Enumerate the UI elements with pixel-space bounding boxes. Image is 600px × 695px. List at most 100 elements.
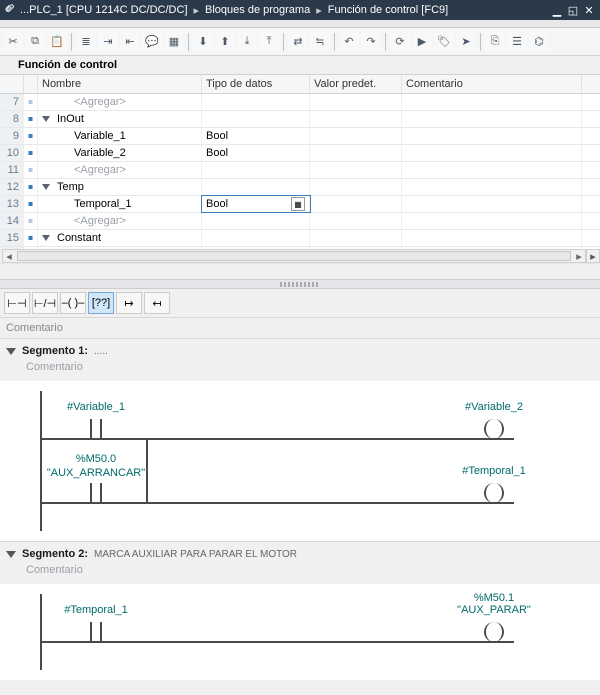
scroll-right-icon[interactable]: ▸ xyxy=(573,250,585,262)
horizontal-scrollbar[interactable]: ◂ ▸ xyxy=(2,249,586,263)
horizontal-splitter[interactable] xyxy=(0,279,600,289)
coil-symbol[interactable]: "AUX_PARAR" xyxy=(424,604,564,616)
cut-icon[interactable]: ✂ xyxy=(3,32,23,52)
datatype-cell[interactable]: Bool▦ xyxy=(202,196,310,212)
contact-no[interactable]: #Variable_1 xyxy=(86,419,106,439)
diff-icon[interactable]: ≒ xyxy=(310,32,330,52)
outdent-icon[interactable]: ⇤ xyxy=(120,32,140,52)
collapse-icon[interactable] xyxy=(42,184,50,190)
datatype-cell[interactable] xyxy=(202,111,310,127)
datatype-cell[interactable] xyxy=(202,162,310,178)
comment-cell[interactable] xyxy=(402,94,582,110)
network-comment[interactable]: Comentario xyxy=(0,562,600,584)
coil-address[interactable]: %M50.1 xyxy=(424,592,564,604)
list-icon[interactable]: ≣ xyxy=(76,32,96,52)
call-env-icon[interactable]: ☰ xyxy=(507,32,527,52)
box-button[interactable]: [??] xyxy=(88,292,114,314)
default-value-cell[interactable] xyxy=(310,94,402,110)
download-icon[interactable]: ⬇ xyxy=(193,32,213,52)
upload-icon[interactable]: ⬆ xyxy=(215,32,235,52)
table-row[interactable]: 12Temp xyxy=(0,179,600,196)
network-title[interactable]: Segmento 2: xyxy=(22,548,88,560)
datatype-cell[interactable]: Bool xyxy=(202,128,310,144)
variable-name[interactable]: Variable_1 xyxy=(38,128,202,144)
datatype-picker-button[interactable]: ▦ xyxy=(291,197,305,211)
restore-button[interactable]: ◱ xyxy=(566,4,580,17)
default-value-cell[interactable] xyxy=(310,230,402,246)
section-name[interactable]: Temp xyxy=(38,179,202,195)
tag-icon[interactable]: 🏷 xyxy=(434,32,454,52)
coil-symbol[interactable]: #Temporal_1 xyxy=(424,465,564,477)
default-value-cell[interactable] xyxy=(310,196,402,212)
comment-cell[interactable] xyxy=(402,128,582,144)
contact-no-button[interactable]: ⊢⊣ xyxy=(4,292,30,314)
default-value-cell[interactable] xyxy=(310,213,402,229)
datatype-cell[interactable] xyxy=(202,179,310,195)
grid-header-comment[interactable]: Comentario xyxy=(402,75,582,93)
comment-cell[interactable] xyxy=(402,213,582,229)
download-all-icon[interactable]: ⤓ xyxy=(237,32,257,52)
comment-icon[interactable]: 💬 xyxy=(142,32,162,52)
close-button[interactable]: ✕ xyxy=(582,4,596,17)
contact-nc-button[interactable]: ⊢/⊣ xyxy=(32,292,58,314)
grid-header-defval[interactable]: Valor predet. xyxy=(310,75,402,93)
coil[interactable]: #Temporal_1 xyxy=(484,483,504,503)
comment-cell[interactable] xyxy=(402,196,582,212)
grid-header-dtype[interactable]: Tipo de datos xyxy=(202,75,310,93)
default-value-cell[interactable] xyxy=(310,162,402,178)
table-row[interactable]: 15Constant xyxy=(0,230,600,247)
variable-name[interactable]: <Agregar> xyxy=(38,213,202,229)
contact-no[interactable]: %M50.0"AUX_ARRANCAR" xyxy=(86,483,106,503)
goto-icon[interactable]: ➤ xyxy=(456,32,476,52)
branch-close-button[interactable]: ↤ xyxy=(144,292,170,314)
ladder-canvas[interactable]: #Variable_1#Variable_2%M50.0"AUX_ARRANCA… xyxy=(0,381,600,541)
contact-symbol[interactable]: "AUX_ARRANCAR" xyxy=(26,467,166,479)
scroll-left-icon[interactable]: ◂ xyxy=(3,250,15,262)
collapse-icon[interactable] xyxy=(42,235,50,241)
table-row[interactable]: 10Variable_2Bool xyxy=(0,145,600,162)
ladder-canvas[interactable]: #Temporal_1 %M50.1"AUX_PARAR" xyxy=(0,584,600,680)
network-subtitle[interactable]: ..... xyxy=(94,346,108,357)
snapshot-icon[interactable]: ⎘ xyxy=(485,32,505,52)
collapse-icon[interactable] xyxy=(6,551,16,558)
box-icon[interactable]: ▦ xyxy=(164,32,184,52)
contact-symbol[interactable]: #Variable_1 xyxy=(26,401,166,413)
collapse-icon[interactable] xyxy=(42,116,50,122)
table-row[interactable]: 7<Agregar> xyxy=(0,94,600,111)
redo-icon[interactable]: ↷ xyxy=(361,32,381,52)
table-row[interactable]: 14<Agregar> xyxy=(0,213,600,230)
grid-header-name[interactable]: Nombre xyxy=(38,75,202,93)
variable-name[interactable]: <Agregar> xyxy=(38,162,202,178)
comment-cell[interactable] xyxy=(402,111,582,127)
default-value-cell[interactable] xyxy=(310,179,402,195)
comment-cell[interactable] xyxy=(402,145,582,161)
section-name[interactable]: InOut xyxy=(38,111,202,127)
default-value-cell[interactable] xyxy=(310,111,402,127)
breadcrumb-block[interactable]: Función de control [FC9] xyxy=(328,4,448,16)
monitor-icon[interactable]: ▶ xyxy=(412,32,432,52)
collapse-icon[interactable] xyxy=(6,348,16,355)
minimize-button[interactable]: ▁ xyxy=(550,4,564,17)
paste-icon[interactable]: 📋 xyxy=(47,32,67,52)
network-comment[interactable]: Comentario xyxy=(0,359,600,381)
coil[interactable]: #Variable_2 xyxy=(484,419,504,439)
comment-cell[interactable] xyxy=(402,230,582,246)
contact-no[interactable]: #Temporal_1 xyxy=(86,622,106,642)
datatype-cell[interactable]: Bool xyxy=(202,145,310,161)
comment-cell[interactable] xyxy=(402,162,582,178)
table-row[interactable]: 8InOut xyxy=(0,111,600,128)
variable-name[interactable]: Temporal_1 xyxy=(38,196,202,212)
contact-address[interactable]: %M50.0 xyxy=(26,453,166,465)
undo-icon[interactable]: ↶ xyxy=(339,32,359,52)
scroll-thumb[interactable] xyxy=(17,251,571,261)
table-row[interactable]: 9Variable_1Bool xyxy=(0,128,600,145)
network-subtitle[interactable]: MARCA AUXILIAR PARA PARAR EL MOTOR xyxy=(94,549,297,560)
coil-symbol[interactable]: #Variable_2 xyxy=(424,401,564,413)
branch-open-button[interactable]: ↦ xyxy=(116,292,142,314)
scroll-right-end-icon[interactable]: ▸ xyxy=(586,249,600,263)
indent-icon[interactable]: ⇥ xyxy=(98,32,118,52)
variable-name[interactable]: Variable_2 xyxy=(38,145,202,161)
section-name[interactable]: Constant xyxy=(38,230,202,246)
default-value-cell[interactable] xyxy=(310,128,402,144)
datatype-cell[interactable] xyxy=(202,94,310,110)
